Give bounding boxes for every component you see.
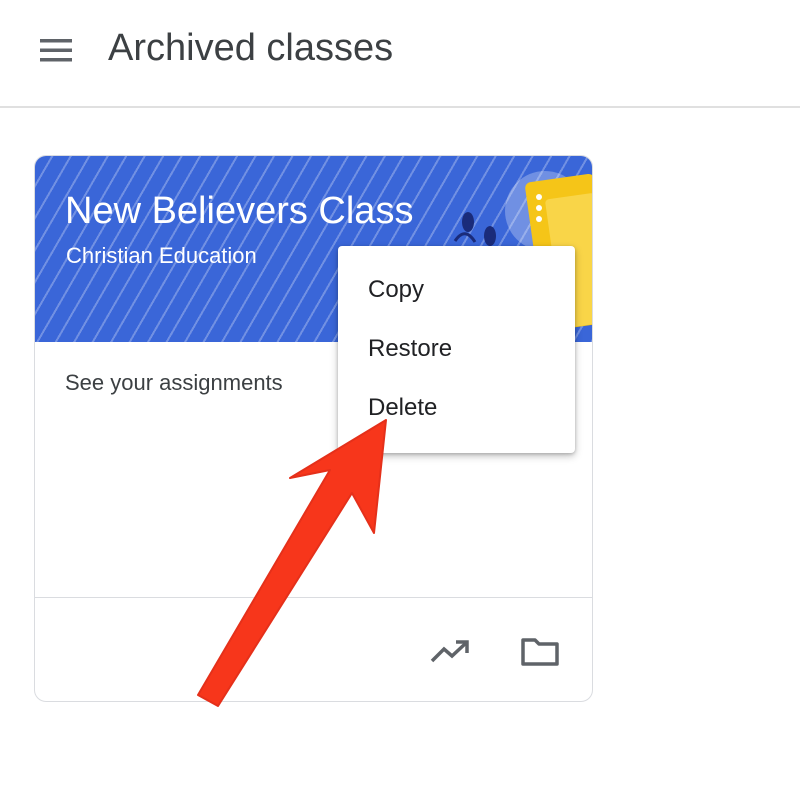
menu-item-delete[interactable]: Delete — [338, 378, 575, 437]
trending-up-icon[interactable] — [428, 629, 472, 673]
card-footer — [35, 597, 592, 701]
menu-item-copy[interactable]: Copy — [338, 260, 575, 319]
hamburger-menu-icon[interactable] — [26, 26, 86, 74]
page-title: Archived classes — [108, 27, 394, 69]
top-app-bar: Archived classes — [0, 0, 800, 108]
archived-classes-page: Archived classes New Believers Class Chr… — [0, 0, 800, 787]
class-section: Christian Education — [66, 243, 257, 268]
class-name[interactable]: New Believers Class — [65, 186, 413, 236]
folder-icon[interactable] — [518, 629, 562, 673]
menu-item-restore[interactable]: Restore — [338, 319, 575, 378]
class-context-menu: Copy Restore Delete — [338, 246, 575, 453]
more-vert-icon[interactable] — [527, 186, 551, 230]
see-assignments-link[interactable]: See your assignments — [65, 368, 283, 398]
